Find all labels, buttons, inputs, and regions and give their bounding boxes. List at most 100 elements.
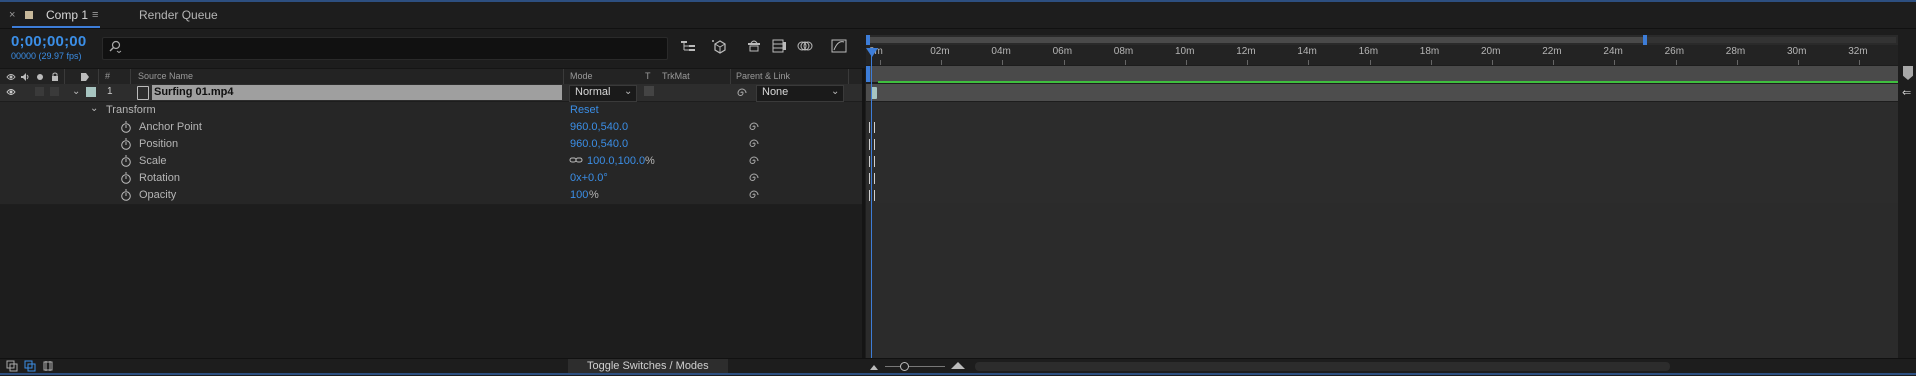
property-value[interactable]: 960.0,540.0 — [570, 138, 628, 150]
transform-expand-chevron-icon[interactable]: ⌄ — [90, 103, 98, 114]
property-keyframe-marker[interactable] — [869, 190, 875, 201]
shy-layers-icon[interactable] — [745, 38, 763, 54]
tab-label: Comp 1 — [46, 8, 89, 22]
tab-comp-1[interactable]: × Comp 1 ≡ — [0, 2, 104, 28]
column-separator — [848, 69, 849, 84]
composition-flowchart-icon[interactable] — [679, 38, 697, 54]
transform-label: Transform — [106, 104, 156, 116]
property-keyframe-marker[interactable] — [869, 122, 875, 133]
comp-marker-icon[interactable]: ⇐ — [1902, 86, 1911, 99]
motion-blur-icon[interactable] — [796, 38, 814, 54]
stopwatch-icon[interactable] — [120, 121, 132, 133]
audio-icon[interactable] — [20, 72, 30, 82]
property-keyframe-marker[interactable] — [869, 139, 875, 150]
parent-pickwhip-icon[interactable] — [736, 87, 748, 99]
property-label: Position — [139, 138, 179, 150]
column-trkmat[interactable]: TrkMat — [662, 71, 690, 81]
stopwatch-icon[interactable] — [120, 189, 132, 201]
graph-editor-icon[interactable] — [830, 38, 848, 54]
timeline-horizontal-scrollbar[interactable] — [975, 362, 1670, 371]
ruler-tick-label: 14m — [1297, 46, 1317, 57]
layer-search-input[interactable] — [102, 37, 668, 60]
layer-expand-chevron-icon[interactable]: ⌄ — [72, 86, 80, 97]
property-label: Rotation — [139, 172, 180, 184]
layer-visibility-eye-icon[interactable] — [6, 87, 16, 97]
stopwatch-icon[interactable] — [120, 138, 132, 150]
panel-menu-icon[interactable]: ≡ — [92, 2, 98, 28]
ruler-tick — [880, 60, 881, 65]
tab-render-queue[interactable]: Render Queue — [139, 2, 218, 28]
navigator-end-handle[interactable] — [1643, 35, 1647, 45]
search-icon — [108, 40, 122, 54]
expression-pickwhip-icon[interactable] — [748, 189, 760, 201]
work-area-start-handle[interactable] — [866, 66, 870, 82]
timeline-row — [866, 119, 1898, 137]
ruler-tick — [1124, 60, 1126, 65]
property-keyframe-marker[interactable] — [869, 173, 875, 184]
current-time-indicator-head[interactable] — [866, 48, 878, 57]
ruler-tick — [1736, 60, 1738, 65]
property-keyframe-marker[interactable] — [869, 156, 875, 167]
timeline-row — [866, 153, 1898, 171]
zoom-slider-knob[interactable] — [900, 362, 909, 371]
lock-icon[interactable] — [50, 72, 60, 82]
property-value[interactable]: 0x+0.0° — [570, 172, 608, 184]
property-unit: % — [589, 189, 599, 201]
ruler-tick-label: 10m — [1175, 46, 1195, 57]
frame-blending-icon[interactable] — [770, 38, 788, 54]
property-value[interactable]: 960.0,540.0 — [570, 121, 628, 133]
eye-icon[interactable] — [6, 72, 16, 82]
layer-lock-switch[interactable] — [50, 87, 59, 96]
label-tag-icon[interactable] — [80, 72, 90, 82]
time-navigator-range[interactable] — [868, 37, 1644, 43]
property-label: Opacity — [139, 189, 177, 201]
time-navigator-remaining — [1646, 37, 1896, 43]
draft-3d-icon[interactable] — [710, 38, 728, 54]
timeline-row — [866, 136, 1898, 154]
ruler-tick-label: 02m — [930, 46, 950, 57]
column-separator — [563, 69, 564, 84]
close-tab-icon[interactable]: × — [9, 2, 15, 28]
ruler-tick — [1553, 60, 1555, 65]
ruler-tick — [1430, 60, 1432, 65]
stopwatch-icon[interactable] — [120, 172, 132, 184]
work-area-end-marker[interactable] — [1903, 66, 1913, 80]
expression-pickwhip-icon[interactable] — [748, 138, 760, 150]
navigator-start-handle[interactable] — [866, 35, 870, 45]
panel-divider[interactable] — [862, 68, 865, 358]
toggle-switches-modes-label: Toggle Switches / Modes — [587, 360, 709, 372]
ruler-tick-label: 08m — [1113, 46, 1134, 57]
column-number[interactable]: # — [105, 71, 110, 81]
constrain-proportions-link-icon[interactable] — [569, 155, 583, 168]
timeline-row — [866, 102, 1898, 120]
transform-reset-button[interactable]: Reset — [570, 104, 599, 116]
layer-source-name[interactable]: Surfing 01.mp4 — [154, 86, 233, 98]
track-matte-box[interactable] — [644, 86, 654, 96]
expression-pickwhip-icon[interactable] — [748, 172, 760, 184]
solo-icon[interactable] — [35, 72, 45, 82]
column-parent-link[interactable]: Parent & Link — [736, 71, 790, 81]
column-mode[interactable]: Mode — [570, 71, 593, 81]
column-separator — [730, 69, 731, 84]
ruler-tick — [941, 60, 943, 65]
zoom-slider-track[interactable] — [885, 366, 945, 367]
ruler-tick — [1186, 60, 1187, 65]
layer-duration-bar[interactable] — [866, 84, 1898, 101]
stopwatch-icon[interactable] — [120, 155, 132, 167]
expression-pickwhip-icon[interactable] — [748, 121, 760, 133]
expression-pickwhip-icon[interactable] — [748, 155, 760, 167]
column-t[interactable]: T — [645, 71, 651, 81]
property-value[interactable]: 100 — [570, 189, 588, 201]
ruler-tick — [1308, 60, 1310, 65]
current-time-display[interactable]: 0;00;00;00 — [11, 33, 86, 50]
current-time-indicator-line[interactable] — [871, 50, 872, 358]
column-source-name[interactable]: Source Name — [138, 71, 193, 81]
layer-duration-green-line — [878, 81, 1898, 83]
layer-solo-switch[interactable] — [35, 87, 44, 96]
work-area-bar[interactable] — [866, 66, 1898, 82]
ruler-tick — [1492, 60, 1493, 65]
ruler-tick — [1002, 60, 1004, 65]
property-value[interactable]: 100.0,100.0 — [587, 155, 645, 167]
layer-label-color[interactable] — [86, 87, 96, 97]
zoom-in-icon[interactable] — [950, 361, 966, 373]
